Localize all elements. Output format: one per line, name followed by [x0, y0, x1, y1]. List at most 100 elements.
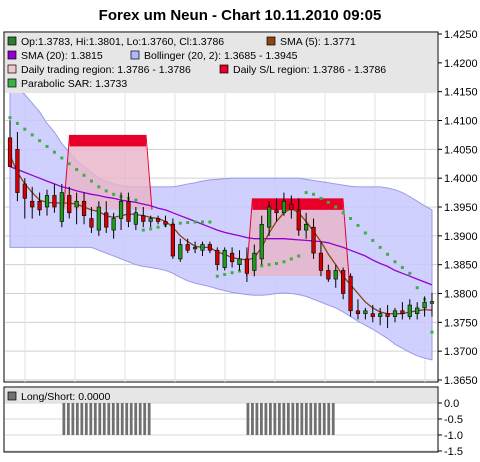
- sar-dot: [400, 266, 404, 270]
- sar-dot: [334, 205, 338, 209]
- legend-swatch: [7, 36, 17, 46]
- y-tick-label: 1.4000: [444, 173, 478, 185]
- y-tick-label: 0.0: [444, 398, 459, 410]
- candle-down: [155, 218, 161, 222]
- y-tick-label: 1.4050: [444, 144, 478, 156]
- sar-dot: [267, 263, 271, 267]
- candle-up: [237, 258, 242, 265]
- long-short-bar: [120, 403, 124, 435]
- long-short-bar: [111, 403, 115, 435]
- long-short-bar: [62, 403, 66, 435]
- sar-dot: [356, 223, 360, 227]
- y-tick-label: 1.3950: [444, 202, 478, 214]
- candle-down: [311, 226, 316, 254]
- y-tick-label: 1.4100: [444, 116, 478, 128]
- candle-down: [170, 224, 175, 257]
- candle-down: [230, 252, 235, 263]
- long-short-bar: [66, 403, 70, 435]
- candle-up: [59, 192, 64, 222]
- candle-down: [89, 218, 94, 228]
- sar-dot: [75, 168, 79, 172]
- legend-label: Parabolic SAR: 1.3733: [21, 78, 127, 90]
- sl-region: [252, 198, 343, 210]
- candle-up: [281, 200, 287, 214]
- sar-dot: [312, 192, 316, 196]
- y-tick-label: 1.3650: [444, 375, 478, 387]
- candle-down: [15, 149, 20, 193]
- y-tick-label: 1.3750: [444, 317, 478, 329]
- long-short-bar: [304, 403, 308, 435]
- lower-legend: Long/Short: 0.0000: [7, 391, 110, 403]
- candle-up: [429, 301, 435, 304]
- legend-swatch: [7, 64, 17, 74]
- candle-up: [148, 218, 153, 222]
- sar-dot: [297, 254, 301, 258]
- candle-down: [274, 209, 279, 214]
- sar-dot: [178, 221, 182, 225]
- y-tick-label: 1.4150: [444, 87, 478, 99]
- candle-down: [104, 212, 109, 228]
- candle-down: [163, 221, 168, 225]
- legend-label: Long/Short: 0.0000: [21, 391, 110, 403]
- sar-dot: [38, 139, 42, 143]
- candle-up: [304, 224, 309, 231]
- long-short-bar: [282, 403, 286, 435]
- sar-dot: [230, 271, 234, 275]
- long-short-bar: [291, 403, 295, 435]
- legend-label: Daily S/L region: 1.3786 - 1.3786: [233, 64, 386, 76]
- long-short-bar: [300, 403, 304, 435]
- sar-dot: [45, 144, 49, 148]
- candle-down: [289, 203, 294, 211]
- sar-dot: [200, 220, 204, 224]
- candle-down: [355, 310, 361, 314]
- long-short-bar: [327, 403, 331, 435]
- long-short-bar: [264, 403, 268, 435]
- sar-dot: [89, 179, 93, 183]
- sar-dot: [326, 200, 330, 204]
- y-tick-label: 1.3900: [444, 231, 478, 243]
- sar-dot: [60, 156, 64, 160]
- candle-up: [415, 307, 420, 314]
- long-short-bar: [286, 403, 290, 435]
- long-short-bar: [71, 403, 75, 435]
- candle-up: [378, 313, 383, 317]
- y-tick-label: -1.0: [444, 430, 463, 442]
- candle-up: [200, 244, 205, 251]
- long-short-bar: [98, 403, 102, 435]
- candle-down: [370, 313, 375, 317]
- long-short-bar: [268, 403, 272, 435]
- long-short-bar: [251, 403, 254, 435]
- candle-up: [259, 224, 264, 260]
- sl-region: [69, 134, 146, 147]
- sar-dot: [30, 133, 34, 137]
- candle-up: [192, 247, 198, 250]
- candle-up: [333, 270, 338, 280]
- legend-label: Daily trading region: 1.3786 - 1.3786: [21, 64, 191, 76]
- candle-down: [244, 258, 250, 274]
- candle-down: [30, 200, 35, 208]
- forex-chart: Forex um Neun - Chart 10.11.2010 09:05 O…: [0, 0, 480, 458]
- sar-dot: [67, 162, 71, 166]
- sar-dot: [378, 245, 382, 249]
- candle-down: [52, 195, 57, 208]
- sar-dot: [15, 121, 19, 125]
- sar-dot: [141, 228, 145, 232]
- long-short-bar: [322, 403, 326, 435]
- candle-up: [118, 200, 124, 219]
- sar-dot: [134, 198, 138, 202]
- long-short-bar: [75, 403, 79, 435]
- long-short-bar: [313, 403, 317, 435]
- sar-dot: [415, 286, 419, 290]
- sar-dot: [341, 211, 345, 215]
- y-tick-label: 1.4200: [444, 58, 478, 70]
- chart-canvas: Forex um Neun - Chart 10.11.2010 09:05 O…: [3, 7, 478, 458]
- candle-down: [81, 200, 87, 216]
- long-short-bar: [331, 403, 335, 435]
- sar-dot: [319, 196, 323, 200]
- sar-dot: [430, 330, 434, 334]
- sar-dot: [215, 274, 219, 278]
- candle-down: [185, 244, 190, 251]
- legend-swatch: [266, 36, 276, 46]
- candle-down: [326, 270, 331, 280]
- candle-down: [296, 209, 301, 231]
